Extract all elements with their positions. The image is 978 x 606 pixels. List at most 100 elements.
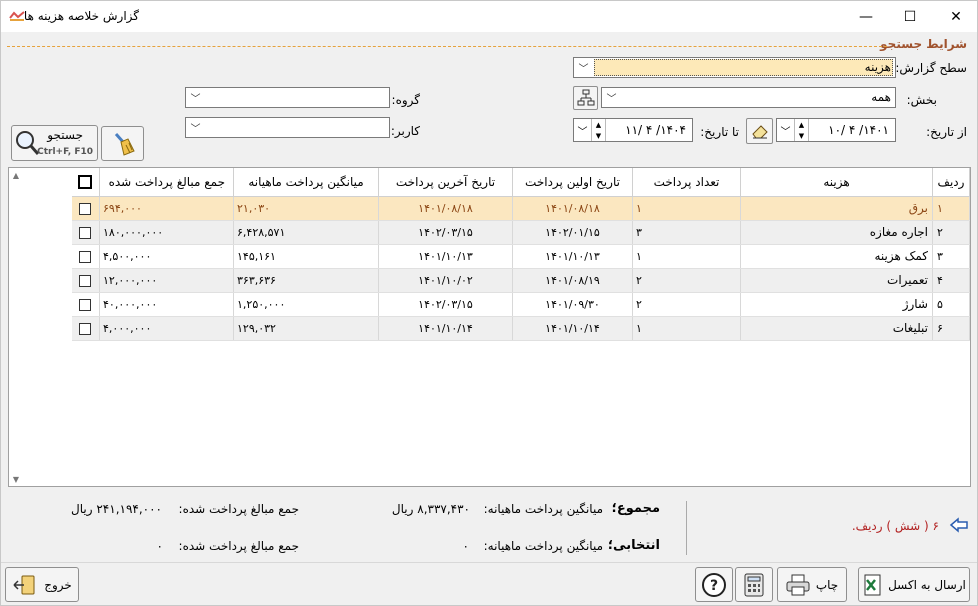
report-level-select[interactable]: ﹀ هزینه xyxy=(573,57,896,78)
group-label: گروه: xyxy=(391,93,420,107)
chevron-down-icon: ﹀ xyxy=(578,64,589,75)
printer-icon xyxy=(786,574,810,595)
org-chart-icon xyxy=(577,89,594,106)
search-section-title: شرایط جستجو xyxy=(880,37,967,51)
table-row[interactable]: ۴ تعمیرات ۲ ۱۴۰۱/۰۸/۱۹ ۱۴۰۱/۱۰/۰۲ ۳۶۳,۶۳… xyxy=(71,268,970,293)
section-select[interactable]: ﹀ همه xyxy=(601,87,896,108)
search-shortcut: Ctrl+F, F10 xyxy=(37,147,93,157)
selected-sum-value: ۰ xyxy=(156,539,163,553)
selected-title: انتخابی؛ xyxy=(607,538,660,553)
close-button[interactable]: ✕ xyxy=(933,1,978,32)
total-title: مجموع؛ xyxy=(611,501,660,516)
to-date-spinner[interactable]: ▲ ▼ xyxy=(592,119,606,141)
header-first-payment[interactable]: تاریخ اولین پرداخت xyxy=(512,168,633,197)
exit-door-icon xyxy=(13,575,35,594)
chevron-down-icon: ﹀ xyxy=(190,94,201,105)
selected-avg-label: میانگین پرداخت ماهیانه: xyxy=(483,539,603,553)
from-date-label: از تاریخ: xyxy=(926,125,967,139)
search-button-label: جستجو xyxy=(47,128,83,142)
header-payment-count[interactable]: تعداد پرداخت xyxy=(632,168,741,197)
print-label: چاپ xyxy=(815,577,839,592)
clear-filters-button[interactable] xyxy=(101,126,144,161)
group-select[interactable]: ﹀ xyxy=(185,87,390,108)
minimize-button[interactable]: — xyxy=(843,1,889,32)
print-button[interactable]: چاپ xyxy=(777,567,847,602)
row-checkbox[interactable] xyxy=(79,298,92,311)
row-checkbox[interactable] xyxy=(79,226,92,239)
select-all-checkbox[interactable] xyxy=(78,175,93,189)
window-title: گزارش خلاصه هزینه ها xyxy=(23,9,139,23)
broom-icon xyxy=(114,132,135,156)
arrow-left-icon xyxy=(949,517,968,533)
header-expense[interactable]: هزینه xyxy=(740,168,933,197)
app-logo-icon xyxy=(9,10,25,22)
total-avg-label: میانگین پرداخت ماهیانه: xyxy=(483,502,603,516)
maximize-button[interactable]: ☐ xyxy=(887,1,933,32)
results-table: ردیف هزینه تعداد پرداخت تاریخ اولین پردا… xyxy=(71,168,970,341)
header-select-all[interactable] xyxy=(71,168,100,197)
header-row-number[interactable]: ردیف xyxy=(932,168,970,197)
calculator-icon xyxy=(744,573,764,596)
row-checkbox[interactable] xyxy=(79,274,92,287)
user-label: کاربر: xyxy=(390,124,420,138)
search-button[interactable]: جستجو Ctrl+F, F10 xyxy=(11,125,98,161)
row-checkbox[interactable] xyxy=(79,322,92,335)
header-monthly-average[interactable]: میانگین پرداخت ماهیانه xyxy=(233,168,379,197)
exit-button[interactable]: خروج xyxy=(5,567,79,602)
table-row[interactable]: ۱ برق ۱ ۱۴۰۱/۰۸/۱۸ ۱۴۰۱/۰۸/۱۸ ۲۱,۰۳۰ ۶۹۴… xyxy=(71,196,970,221)
close-icon: ✕ xyxy=(950,8,962,25)
excel-icon xyxy=(864,574,881,595)
spin-down-icon: ▼ xyxy=(595,131,602,140)
maximize-icon: ☐ xyxy=(903,8,917,25)
user-select[interactable]: ﹀ xyxy=(185,117,390,138)
total-avg-value: ۸,۳۳۷,۴۳۰ ریال xyxy=(391,502,470,516)
table-row[interactable]: ۲ اجاره مغازه ۳ ۱۴۰۲/۰۱/۱۵ ۱۴۰۲/۰۳/۱۵ ۶,… xyxy=(71,220,970,245)
help-icon: ? xyxy=(702,572,726,597)
export-excel-button[interactable]: ارسال به اکسل xyxy=(858,567,970,602)
calculator-button[interactable] xyxy=(735,567,773,602)
selected-avg-value: ۰ xyxy=(462,539,469,553)
org-chart-button[interactable] xyxy=(573,86,598,110)
selected-sum-label: جمع مبالغ پرداخت شده: xyxy=(178,539,299,553)
chevron-down-icon: ﹀ xyxy=(190,124,201,135)
spin-up-icon: ▲ xyxy=(595,120,602,129)
magnifier-icon xyxy=(16,131,40,155)
scroll-up-icon[interactable]: ▲ xyxy=(9,168,23,182)
title-bar: گزارش خلاصه هزینه ها — ☐ ✕ xyxy=(1,1,977,32)
header-total-paid[interactable]: جمع مبالغ پرداخت شده xyxy=(99,168,234,197)
exit-label: خروج xyxy=(44,577,72,592)
report-level-label: سطح گزارش: xyxy=(895,61,967,75)
calendar-dropdown-icon[interactable]: ﹀ xyxy=(574,119,592,141)
spin-up-icon: ▲ xyxy=(798,120,805,129)
total-sum-label: جمع مبالغ پرداخت شده: xyxy=(178,502,299,516)
calendar-dropdown-icon[interactable]: ﹀ xyxy=(777,119,795,141)
table-row[interactable]: ۵ شارژ ۲ ۱۴۰۱/۰۹/۳۰ ۱۴۰۲/۰۳/۱۵ ۱,۲۵۰,۰۰۰… xyxy=(71,292,970,317)
table-header-row: ردیف هزینه تعداد پرداخت تاریخ اولین پردا… xyxy=(71,168,970,197)
row-checkbox[interactable] xyxy=(79,202,92,215)
spin-down-icon: ▼ xyxy=(798,131,805,140)
results-grid: ▲ ▼ ردیف هزینه تعداد پرداخت تاریخ اولین … xyxy=(8,167,971,487)
table-row[interactable]: ۶ تبلیغات ۱ ۱۴۰۱/۱۰/۱۴ ۱۴۰۱/۱۰/۱۴ ۱۲۹,۰۳… xyxy=(71,316,970,341)
svg-text:?: ? xyxy=(710,578,718,594)
chevron-down-icon: ﹀ xyxy=(606,94,617,105)
from-date-spinner[interactable]: ▲ ▼ xyxy=(795,119,809,141)
table-row[interactable]: ۳ کمک هزینه ۱ ۱۴۰۱/۱۰/۱۳ ۱۴۰۱/۱۰/۱۳ ۱۴۵,… xyxy=(71,244,970,269)
export-excel-label: ارسال به اکسل xyxy=(888,577,966,592)
section-label: بخش: xyxy=(906,93,937,107)
summary-divider xyxy=(686,501,687,555)
row-count: ۶ ( شش ) ردیف. xyxy=(851,519,939,533)
help-button[interactable]: ? xyxy=(695,567,733,602)
eraser-icon xyxy=(751,125,768,139)
report-window: گزارش خلاصه هزینه ها — ☐ ✕ شرایط جستجو س… xyxy=(0,0,978,606)
total-sum-value: ۲۴۱,۱۹۴,۰۰۰ ریال xyxy=(71,502,162,516)
scroll-down-icon[interactable]: ▼ xyxy=(9,472,23,486)
to-date-label: تا تاریخ: xyxy=(700,125,739,139)
from-date-input[interactable]: ﹀ ▲ ▼ ۱۴۰۱/ ۴ /۱۰ xyxy=(776,118,896,142)
section-divider xyxy=(7,46,887,47)
row-checkbox[interactable] xyxy=(79,250,92,263)
minimize-icon: — xyxy=(859,8,873,25)
to-date-input[interactable]: ﹀ ▲ ▼ ۱۴۰۴/ ۴ /۱۱ xyxy=(573,118,693,142)
header-last-payment[interactable]: تاریخ آخرین پرداخت xyxy=(378,168,513,197)
clear-date-button[interactable] xyxy=(746,118,773,144)
bottom-divider xyxy=(1,562,977,563)
